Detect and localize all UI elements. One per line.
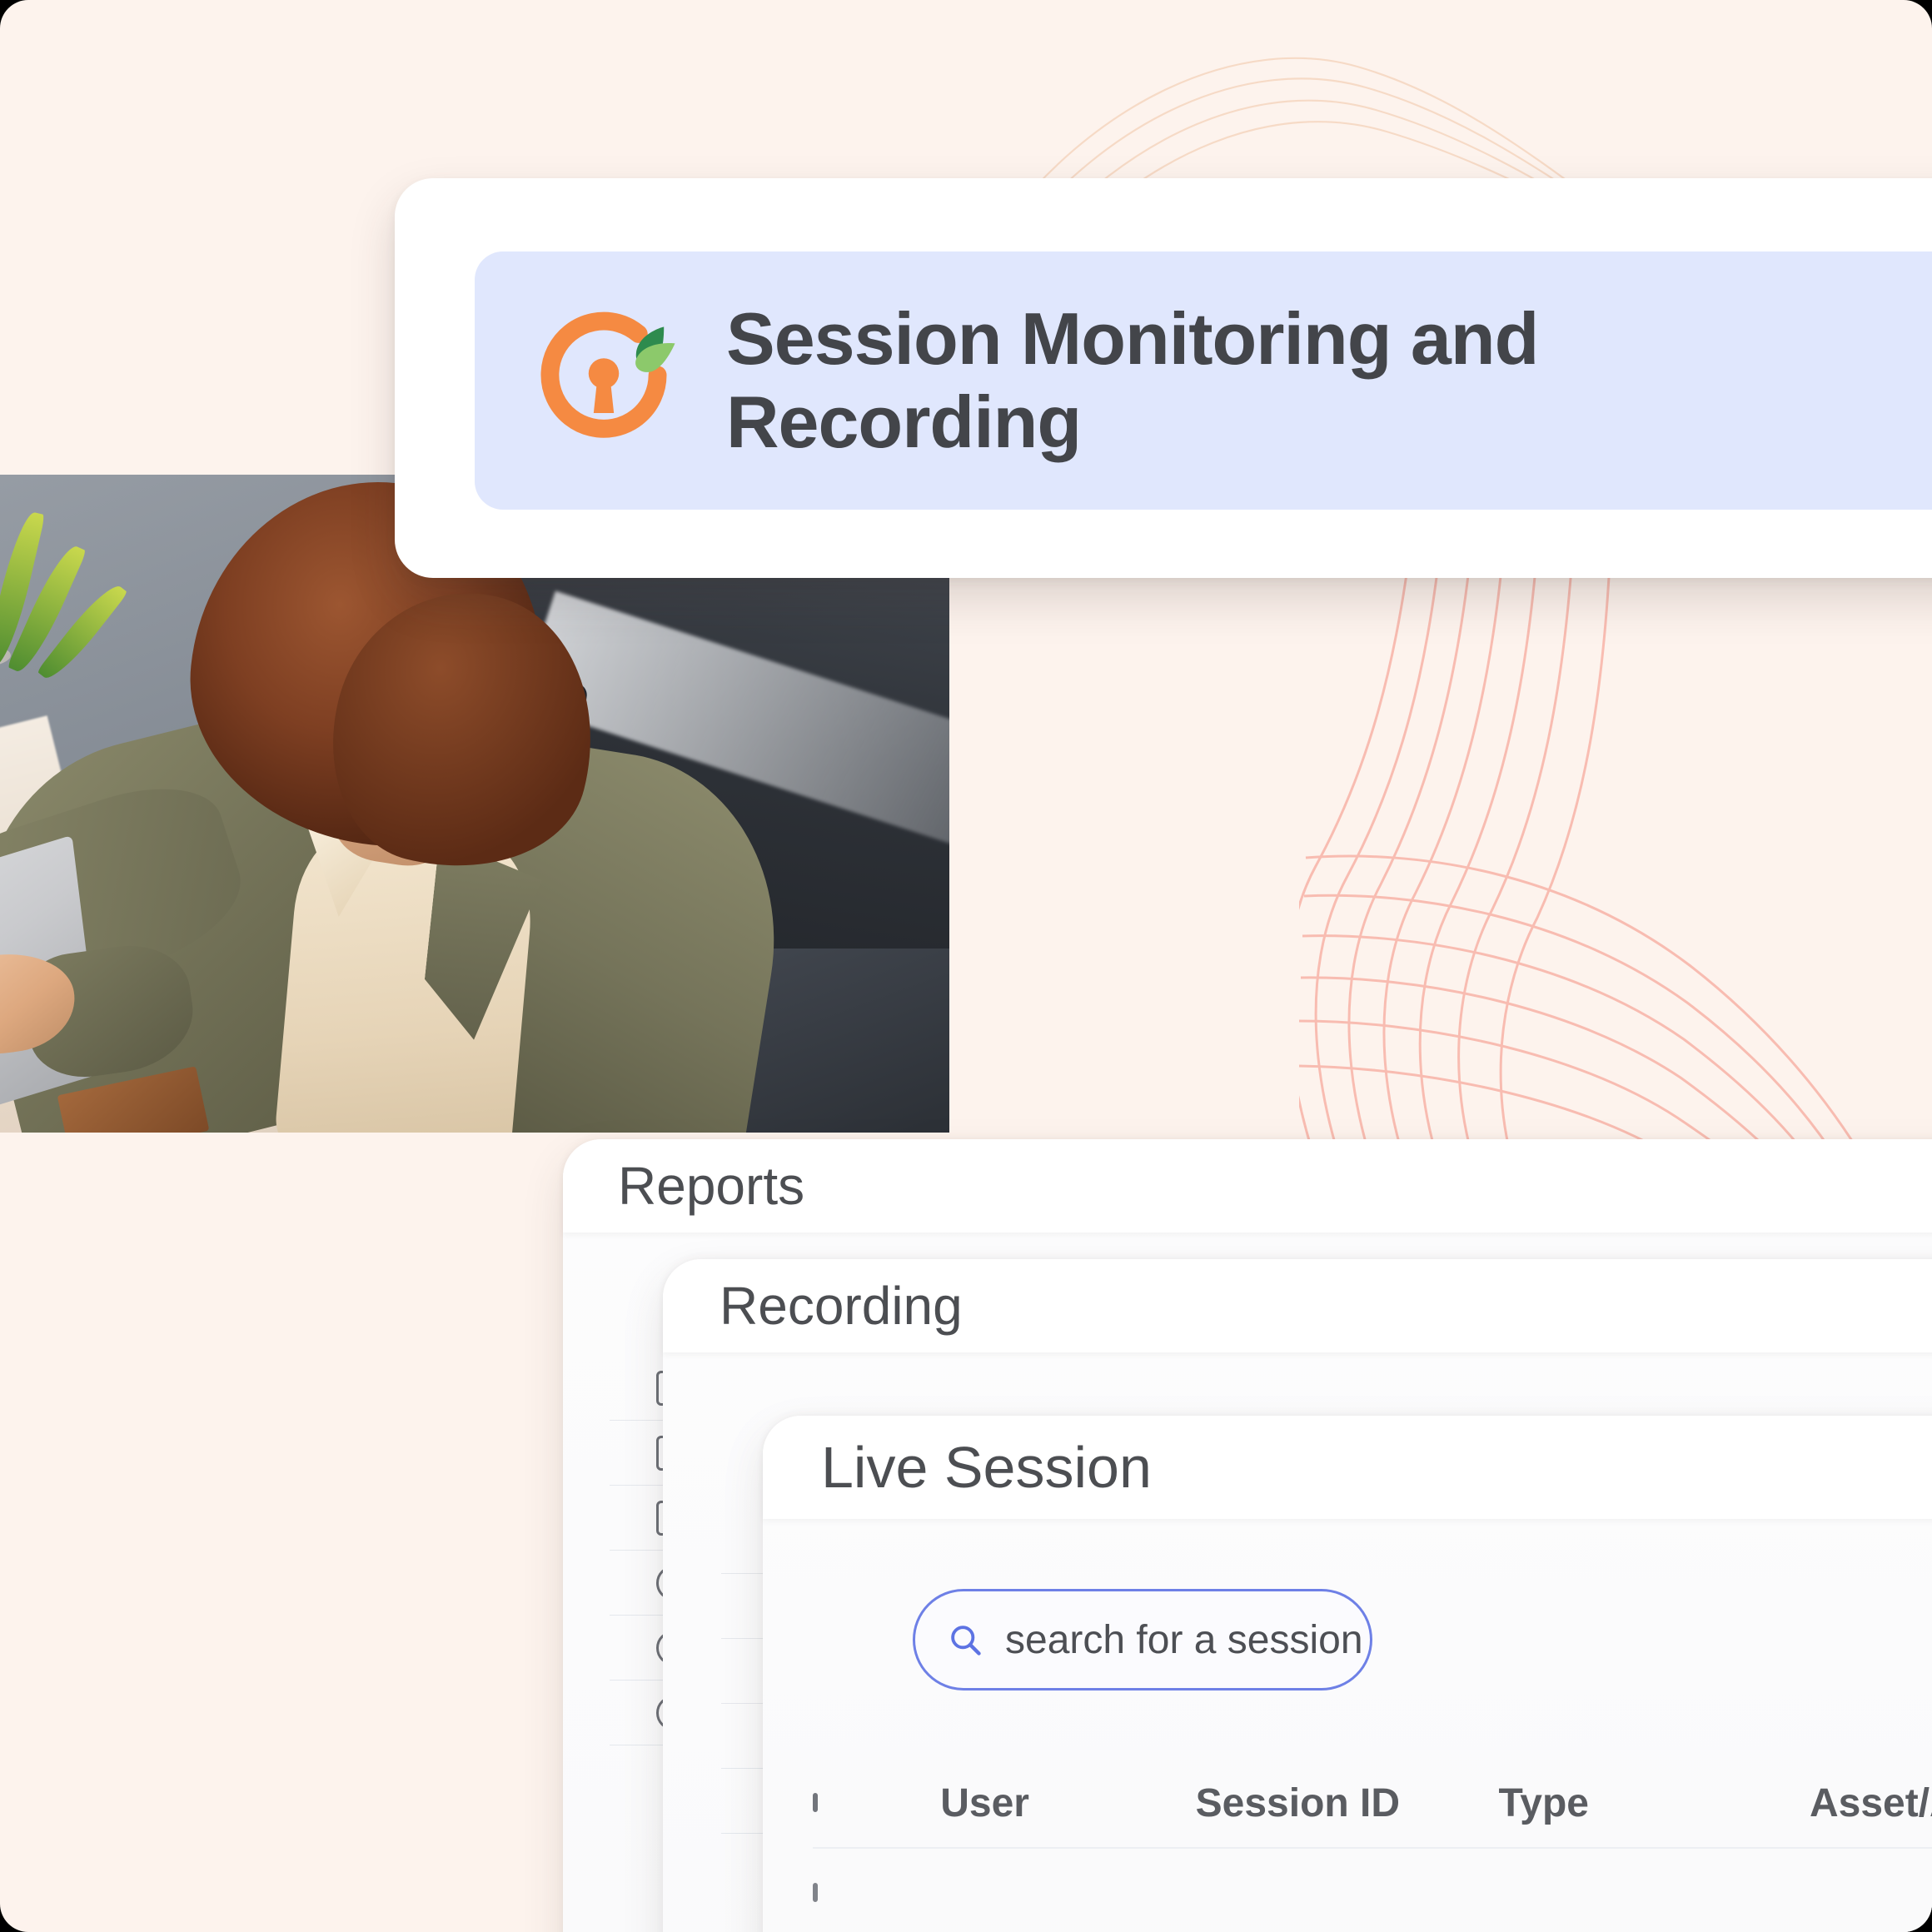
panel-reports-title: Reports (618, 1156, 805, 1216)
wave-decoration-right (1299, 500, 1884, 1249)
panel-recording-title: Recording (720, 1276, 963, 1336)
page-title-line-1: Session Monitoring and (726, 296, 1539, 380)
panel-recording-header: Recording (663, 1259, 1932, 1352)
checkbox-icon[interactable] (813, 1793, 818, 1812)
select-all-cell[interactable] (813, 1793, 940, 1812)
search-icon (951, 1626, 981, 1656)
table-row[interactable] (813, 1849, 1932, 1932)
page-root: Reports Recording Live Session search fo… (0, 0, 1932, 1932)
header-card: Session Monitoring and Recording (395, 178, 1932, 578)
search-input[interactable]: search for a session (913, 1589, 1372, 1690)
panel-reports-header: Reports (563, 1139, 1932, 1232)
row-select-cell[interactable] (813, 1883, 940, 1902)
column-header-type[interactable]: Type (1499, 1780, 1810, 1826)
column-header-user[interactable]: User (940, 1780, 1195, 1826)
live-session-table: User Session ID Type Asset/App (813, 1759, 1932, 1932)
checkbox-icon[interactable] (813, 1883, 818, 1902)
table-header-row: User Session ID Type Asset/App (813, 1759, 1932, 1849)
panel-live-session-header: Live Session (763, 1416, 1932, 1519)
search-placeholder-text: search for a session (1005, 1617, 1363, 1662)
panel-live-session-title: Live Session (821, 1435, 1152, 1500)
column-header-session-id[interactable]: Session ID (1196, 1780, 1499, 1826)
column-header-asset-app[interactable]: Asset/App (1810, 1780, 1932, 1826)
keyhole-timer-leaf-logo-icon (540, 311, 675, 438)
page-title: Session Monitoring and Recording (726, 296, 1539, 465)
page-title-line-2: Recording (726, 381, 1082, 463)
header-banner: Session Monitoring and Recording (475, 251, 1932, 510)
